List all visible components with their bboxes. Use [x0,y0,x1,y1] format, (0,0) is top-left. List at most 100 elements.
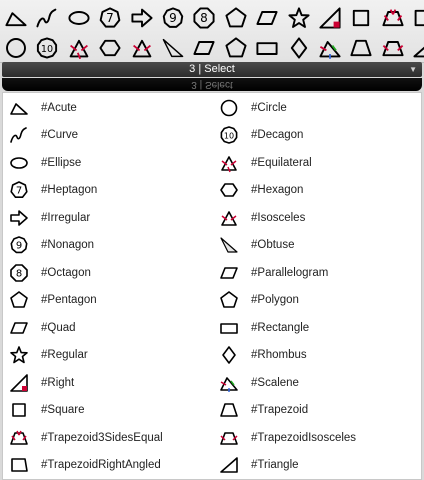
tool-trapezoid-button[interactable] [347,34,375,62]
toolbar-row-2: 10 [2,34,424,62]
trapezoid-3-sides-equal-icon [10,430,28,445]
list-item[interactable]: #Trapezoid [215,397,308,424]
tool-irregular-arrow-button[interactable] [128,4,156,32]
tool-right-triangle-button[interactable] [316,4,344,32]
tool-obtuse-button[interactable] [159,34,187,62]
list-item[interactable]: #Right [5,369,74,396]
tool-pentagon-button[interactable] [222,4,250,32]
tool-parallelogram-button[interactable] [253,4,281,32]
tool-triangle-button[interactable] [410,34,424,62]
list-item[interactable]: #Ellipse [5,149,81,176]
list-item[interactable]: #Rhombus [215,342,307,369]
list-item[interactable]: #Regular [5,342,88,369]
list-item[interactable]: #Quad [5,314,76,341]
triangle-icon [413,46,424,58]
rhombus-icon [222,346,236,364]
list-item[interactable]: 8 #Octagon [5,259,91,286]
list-item-label: #Trapezoid [251,404,309,416]
tool-scalene-button[interactable] [316,34,344,62]
isosceles-icon [132,39,151,58]
isosceles-icon [221,210,237,226]
svg-text:7: 7 [106,11,114,25]
list-item-label: #Regular [41,349,88,361]
list-item[interactable]: #TrapezoidIsosceles [215,424,356,451]
triangle-acute-icon [5,12,27,27]
right-triangle-icon [319,7,341,29]
tool-trapezoid-3-sides-equal-button[interactable] [379,4,407,32]
list-item-label: #Equilateral [251,156,312,169]
list-item[interactable]: #Polygon [215,287,299,314]
list-item[interactable]: #Pentagon [5,287,97,314]
list-item[interactable]: #Square [5,397,84,424]
tool-nonagon-button[interactable]: 9 [159,4,187,32]
shape-toolbar: 7 9 8 10 [0,0,424,63]
tool-rectangle-button[interactable] [253,34,281,62]
list-item[interactable]: #Hexagon [215,177,303,204]
pentagon-icon [225,7,247,28]
list-item[interactable]: #TrapezoidRightAngled [5,452,161,479]
tool-star-button[interactable] [285,4,313,32]
list-item[interactable]: 9 #Nonagon [5,232,94,259]
circle-icon [220,99,238,116]
select-bar[interactable]: 3 | Select ▼ [2,62,422,77]
tool-octagon-button[interactable]: 8 [190,4,218,32]
trapezoid-isosceles-icon [220,431,238,445]
list-item[interactable]: 7 #Heptagon [5,177,97,204]
svg-text:10: 10 [224,132,234,141]
tool-curve-button[interactable] [33,4,61,32]
list-item-label: #Polygon [251,294,299,306]
svg-text:7: 7 [16,186,22,197]
svg-text:8: 8 [201,11,209,25]
tool-polygon-button[interactable] [222,34,250,62]
tool-trapezoid-isosceles-button[interactable] [379,34,407,62]
list-item[interactable]: #Equilateral [215,149,312,176]
list-item[interactable]: #Obtuse [215,232,294,259]
hexagon-icon [220,183,238,197]
parallelogram-icon [256,11,278,25]
tool-trapezoid-right-angled-button[interactable] [410,4,424,32]
list-item[interactable]: #Circle [215,94,287,121]
polygon-icon [220,291,238,308]
list-item-label: #Isosceles [251,211,306,224]
list-item[interactable]: #Triangle [215,452,299,479]
circle-icon [6,38,26,58]
list-item-label: #Obtuse [251,239,295,251]
tool-circle-button[interactable] [2,34,30,62]
tool-hexagon-button[interactable] [96,34,124,62]
tool-ellipse-button[interactable] [65,4,93,32]
list-item-label: #Rhombus [251,349,307,361]
list-item-label: #Heptagon [41,184,98,196]
tool-isosceles-button[interactable] [128,34,156,62]
list-item[interactable]: #Parallelogram [215,259,328,286]
list-item[interactable]: #Curve [5,122,78,149]
rhombus-icon [290,37,307,59]
list-item[interactable]: 10 #Decagon [215,122,303,149]
list-item[interactable]: #Acute [5,94,77,121]
rectangle-icon [220,322,238,334]
tool-decagon-button[interactable]: 10 [33,34,61,62]
tool-triangle-acute-button[interactable] [2,4,30,32]
tool-rhombus-button[interactable] [285,34,313,62]
right-icon [10,373,28,392]
list-item-label: #Octagon [41,266,91,279]
svg-text:8: 8 [16,268,22,279]
tool-equilateral-button[interactable] [65,34,93,62]
tool-square-button[interactable] [347,4,375,32]
select-bar-reflection: 3 | Select [2,78,422,91]
nonagon-icon: 9 [162,7,184,28]
list-item[interactable]: #Irregular [5,204,90,231]
triangle-icon [220,457,238,473]
tool-parallelogram-button[interactable] [190,34,218,62]
list-item-label: #Scalene [251,376,299,389]
ellipse-icon [68,11,90,25]
square-icon [353,9,370,27]
trapezoid-right-angled-icon [414,9,424,27]
scalene-icon [319,41,341,59]
list-item-label: #Acute [41,101,77,114]
list-item[interactable]: #Trapezoid3SidesEqual [5,424,163,451]
equilateral-icon [69,39,89,60]
list-item[interactable]: #Isosceles [215,204,305,231]
tool-heptagon-button[interactable]: 7 [96,4,124,32]
list-item[interactable]: #Scalene [215,369,299,396]
list-item[interactable]: #Rectangle [215,314,309,341]
